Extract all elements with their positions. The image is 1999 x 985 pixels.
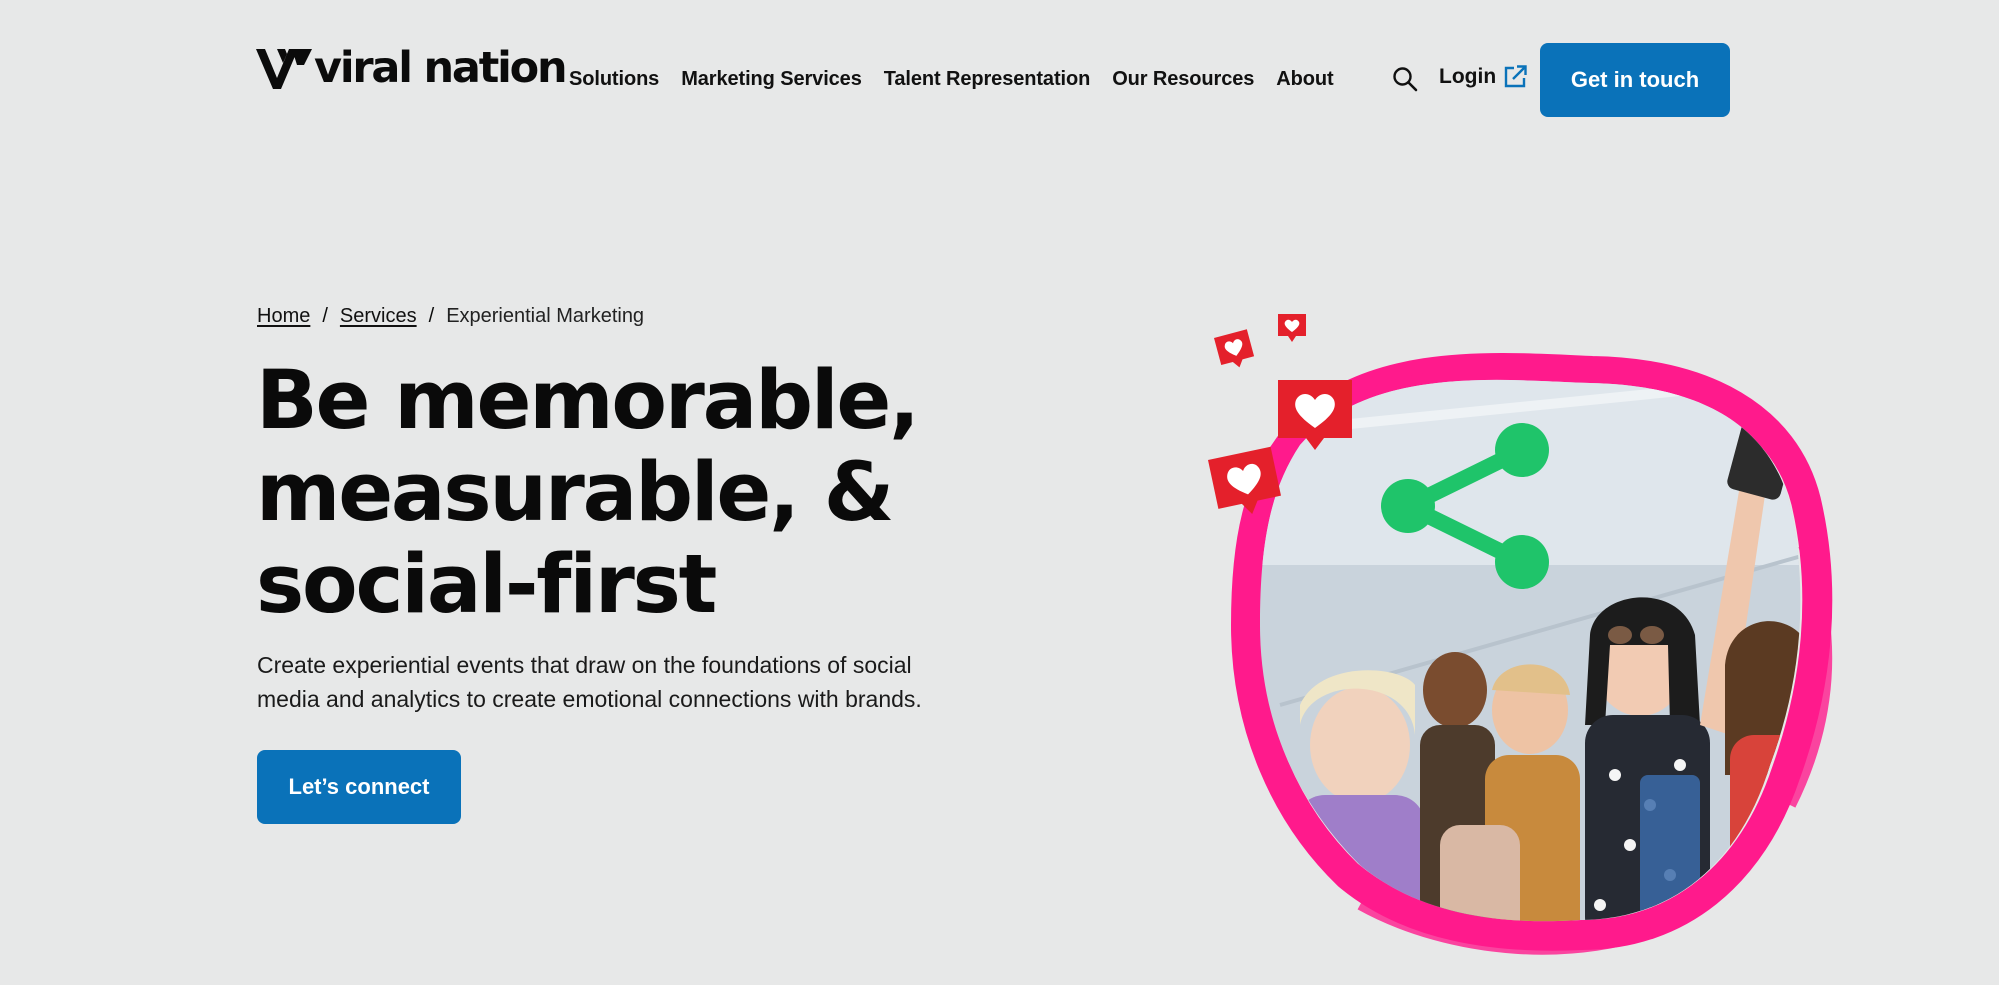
lets-connect-button[interactable]: Let’s connect bbox=[257, 750, 461, 824]
nav-item-solutions[interactable]: Solutions bbox=[569, 68, 659, 91]
nav-item-talent-representation[interactable]: Talent Representation bbox=[884, 68, 1091, 91]
brand-name: viral nation bbox=[314, 42, 568, 93]
nav-item-our-resources[interactable]: Our Resources bbox=[1112, 68, 1254, 91]
heart-notification-icon bbox=[1278, 314, 1306, 342]
login-link[interactable]: Login bbox=[1439, 64, 1528, 90]
hero-description-line: media and analytics to create emotional … bbox=[257, 686, 922, 712]
page-title: Be memorable, measurable, & social-first bbox=[256, 355, 976, 631]
site-header: viral nation Solutions Marketing Service… bbox=[0, 0, 1999, 170]
heart-notification-icon bbox=[1214, 329, 1255, 368]
breadcrumb: Home / Services / Experiential Marketing bbox=[257, 305, 644, 328]
breadcrumb-current: Experiential Marketing bbox=[446, 305, 645, 327]
get-in-touch-button[interactable]: Get in touch bbox=[1540, 43, 1730, 117]
hero-image bbox=[1208, 314, 1833, 955]
main-nav: Solutions Marketing Services Talent Repr… bbox=[569, 68, 1334, 91]
brand-logo[interactable]: viral nation bbox=[256, 42, 568, 93]
breadcrumb-separator: / bbox=[428, 305, 435, 327]
page-title-line: Be memorable, bbox=[256, 354, 920, 448]
search-icon[interactable] bbox=[1392, 66, 1418, 92]
page-title-line: measurable, & bbox=[256, 446, 894, 540]
breadcrumb-home[interactable]: Home bbox=[257, 305, 310, 328]
breadcrumb-services[interactable]: Services bbox=[340, 305, 417, 328]
page-title-line: social-first bbox=[256, 538, 717, 632]
hero-description-line: Create experiential events that draw on … bbox=[257, 652, 912, 678]
nav-item-marketing-services[interactable]: Marketing Services bbox=[681, 68, 862, 91]
nav-item-about[interactable]: About bbox=[1276, 68, 1333, 91]
viral-nation-logo-icon bbox=[256, 49, 312, 89]
hero-description: Create experiential events that draw on … bbox=[257, 648, 1017, 716]
external-link-icon bbox=[1504, 65, 1527, 88]
login-label: Login bbox=[1439, 65, 1497, 88]
breadcrumb-separator: / bbox=[322, 305, 328, 327]
